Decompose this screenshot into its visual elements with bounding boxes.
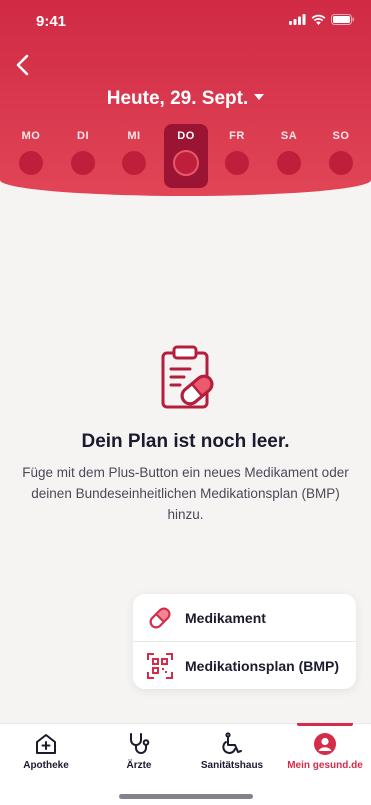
day-mo[interactable]: MO [9, 124, 53, 188]
chevron-left-icon [16, 54, 29, 76]
add-bmp-button[interactable]: Medikationsplan (BMP) [133, 642, 356, 689]
tab-aerzte[interactable]: Ärzte [93, 724, 185, 784]
date-label: Heute, 29. Sept. [106, 88, 249, 109]
pharmacy-icon [34, 732, 58, 756]
battery-icon [331, 14, 354, 25]
day-do[interactable]: DO [164, 124, 208, 188]
empty-state-description: Füge mit dem Plus-Button ein neues Medik… [22, 465, 349, 522]
stethoscope-icon [127, 732, 151, 756]
caret-down-icon [254, 93, 265, 100]
day-status-dot [277, 151, 301, 175]
day-mi[interactable]: MI [112, 124, 156, 188]
day-fr[interactable]: FR [215, 124, 259, 188]
status-icons [289, 14, 355, 25]
tab-label: Apotheke [23, 760, 69, 771]
tab-label: Mein gesund.de [287, 760, 363, 771]
back-button[interactable] [12, 52, 34, 78]
day-label: DO [177, 130, 195, 142]
home-indicator [119, 794, 253, 799]
signal-icon [289, 14, 306, 25]
tab-mein-gesund[interactable]: Mein gesund.de [279, 723, 371, 784]
qr-code-icon [147, 652, 173, 679]
active-tab-indicator [297, 723, 353, 726]
tab-label: Ärzte [126, 760, 152, 771]
add-menu: Medikament Medikationsplan (BMP) [133, 594, 356, 689]
menu-item-label: Medikationsplan (BMP) [185, 657, 340, 674]
profile-icon [313, 732, 337, 756]
day-sa[interactable]: SA [267, 124, 311, 188]
menu-item-label: Medikament [185, 609, 266, 626]
pill-icon [147, 605, 173, 631]
status-bar: 9:41 [0, 0, 371, 44]
clipboard-pill-icon [160, 345, 216, 411]
day-status-dot [225, 151, 249, 175]
header: 9:41 Heute, 29. Sept. MO DI MI DO FR SA … [0, 0, 371, 196]
day-status-dot [173, 150, 199, 176]
date-selector[interactable]: Heute, 29. Sept. [0, 88, 371, 110]
tab-label: Sanitätshaus [200, 760, 264, 771]
day-label: SO [332, 130, 350, 142]
tab-bar: Apotheke Ärzte Sanitätshaus Mein gesund.… [0, 723, 371, 805]
day-label: MO [21, 130, 41, 142]
day-label: DI [77, 130, 89, 142]
day-so[interactable]: SO [319, 124, 363, 188]
status-time: 9:41 [36, 13, 67, 30]
day-label: SA [280, 130, 298, 142]
day-di[interactable]: DI [61, 124, 105, 188]
day-label: FR [229, 130, 245, 142]
tab-apotheke[interactable]: Apotheke [0, 724, 92, 784]
week-strip: MO DI MI DO FR SA SO [0, 124, 371, 188]
tab-sanitaetshaus[interactable]: Sanitätshaus [186, 724, 278, 784]
day-label: MI [127, 130, 141, 142]
day-status-dot [122, 151, 146, 175]
wheelchair-icon [220, 732, 244, 756]
day-status-dot [19, 151, 43, 175]
day-status-dot [329, 151, 353, 175]
empty-state-title: Dein Plan ist noch leer. [81, 431, 290, 452]
add-medication-button[interactable]: Medikament [133, 594, 356, 641]
day-status-dot [71, 151, 95, 175]
wifi-icon [311, 14, 326, 25]
